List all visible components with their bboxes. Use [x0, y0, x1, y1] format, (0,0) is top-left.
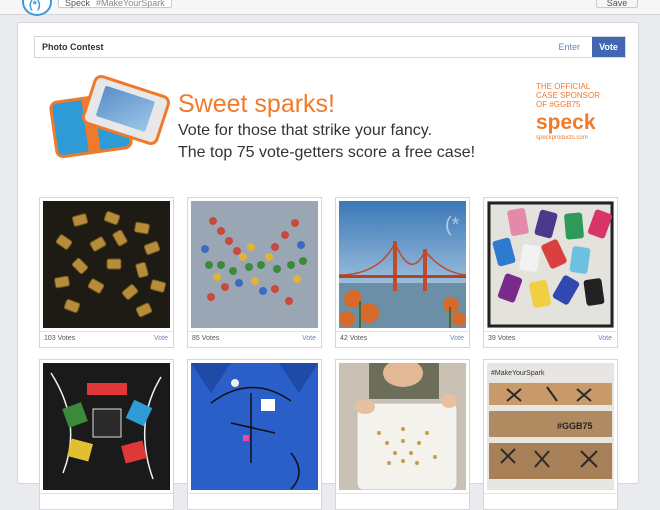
- blue-shirt-photo: [191, 363, 318, 490]
- svg-text:(*: (*: [445, 214, 460, 236]
- collage-tag-2: #GGB75: [557, 421, 593, 431]
- vote-link[interactable]: Vote: [302, 332, 316, 346]
- banner-line-2: The top 75 vote-getters score a free cas…: [178, 144, 476, 161]
- entry-photo[interactable]: (*: [339, 201, 466, 328]
- logo-glyph: (*): [29, 0, 41, 11]
- entry-card: [39, 359, 174, 510]
- entry-photo[interactable]: [191, 201, 318, 328]
- entry-photo[interactable]: [191, 363, 318, 490]
- breadcrumb-label: Speck: [65, 0, 91, 8]
- entry-card: [335, 359, 470, 510]
- page-breadcrumb[interactable]: Speck #MakeYourSpark: [58, 0, 172, 8]
- entry-card: 85 Votes Vote: [187, 197, 322, 348]
- sponsor-text-2: CASE SPONSOR: [536, 91, 601, 100]
- entry-photo[interactable]: [487, 201, 614, 328]
- vote-count: 42 Votes: [340, 335, 368, 342]
- child-tray-photo: [339, 363, 466, 490]
- entry-footer: 85 Votes Vote: [188, 331, 321, 346]
- photo-contest-card: Photo Contest Enter Vote Sweet sparks! V…: [17, 22, 639, 510]
- vote-count: 39 Votes: [488, 335, 516, 342]
- contest-tab-bar: Photo Contest Enter Vote: [34, 36, 626, 58]
- entry-card: 39 Votes Vote: [483, 197, 618, 348]
- sponsor-text-1: THE OFFICIAL: [536, 82, 591, 91]
- entry-photo[interactable]: #MakeYourSpark #GGB75: [487, 363, 614, 490]
- banner-line-1: Vote for those that strike your fancy.: [178, 122, 433, 139]
- entry-photo[interactable]: [43, 201, 170, 328]
- candy-sparks-photo: [191, 201, 318, 328]
- sponsor-url: speckproducts.com: [536, 135, 588, 141]
- vote-link[interactable]: Vote: [598, 332, 612, 346]
- entry-card: (* 42 Votes Vote: [335, 197, 470, 348]
- vote-count: 85 Votes: [192, 335, 220, 342]
- golden-gate-photo: (*: [339, 201, 466, 328]
- vote-count: 103 Votes: [44, 335, 76, 342]
- contest-title: Photo Contest: [42, 42, 104, 52]
- entry-card: #MakeYourSpark #GGB75: [483, 359, 618, 510]
- entry-footer: 39 Votes Vote: [484, 331, 617, 346]
- save-button[interactable]: Save: [596, 0, 638, 8]
- breadcrumb-tag: #MakeYourSpark: [96, 0, 165, 8]
- phone-cases-photo: [487, 201, 614, 328]
- vote-link[interactable]: Vote: [154, 332, 168, 346]
- tab-vote[interactable]: Vote: [592, 37, 625, 57]
- entry-footer: [336, 493, 469, 508]
- banner-headline: Sweet sparks!: [178, 90, 336, 118]
- entry-footer: [40, 493, 173, 508]
- collage-tag-1: #MakeYourSpark: [491, 370, 545, 377]
- entry-footer: 103 Votes Vote: [40, 331, 173, 346]
- entry-footer: [188, 493, 321, 508]
- entry-photo[interactable]: [43, 363, 170, 490]
- entry-photo[interactable]: [339, 363, 466, 490]
- speck-logo[interactable]: (*): [22, 0, 52, 16]
- wood-collage-photo: #MakeYourSpark #GGB75: [487, 363, 614, 490]
- entry-card: [187, 359, 322, 510]
- tab-enter[interactable]: Enter: [558, 37, 580, 57]
- entry-footer: 42 Votes Vote: [336, 331, 469, 346]
- entry-card: 103 Votes Vote: [39, 197, 174, 348]
- contest-banner: Sweet sparks! Vote for those that strike…: [42, 72, 612, 178]
- entry-footer: [484, 493, 617, 508]
- vote-link[interactable]: Vote: [450, 332, 464, 346]
- sponsor-text-3: OF #GGB75: [536, 100, 581, 109]
- cable-sculpture-photo: [43, 363, 170, 490]
- page-header: (*) Speck #MakeYourSpark Save: [0, 0, 660, 16]
- gold-bullets-photo: [43, 201, 170, 328]
- speck-brand-logo: speck: [536, 111, 596, 134]
- sponsor-badge[interactable]: THE OFFICIAL CASE SPONSOR OF #GGB75 spec…: [536, 82, 608, 141]
